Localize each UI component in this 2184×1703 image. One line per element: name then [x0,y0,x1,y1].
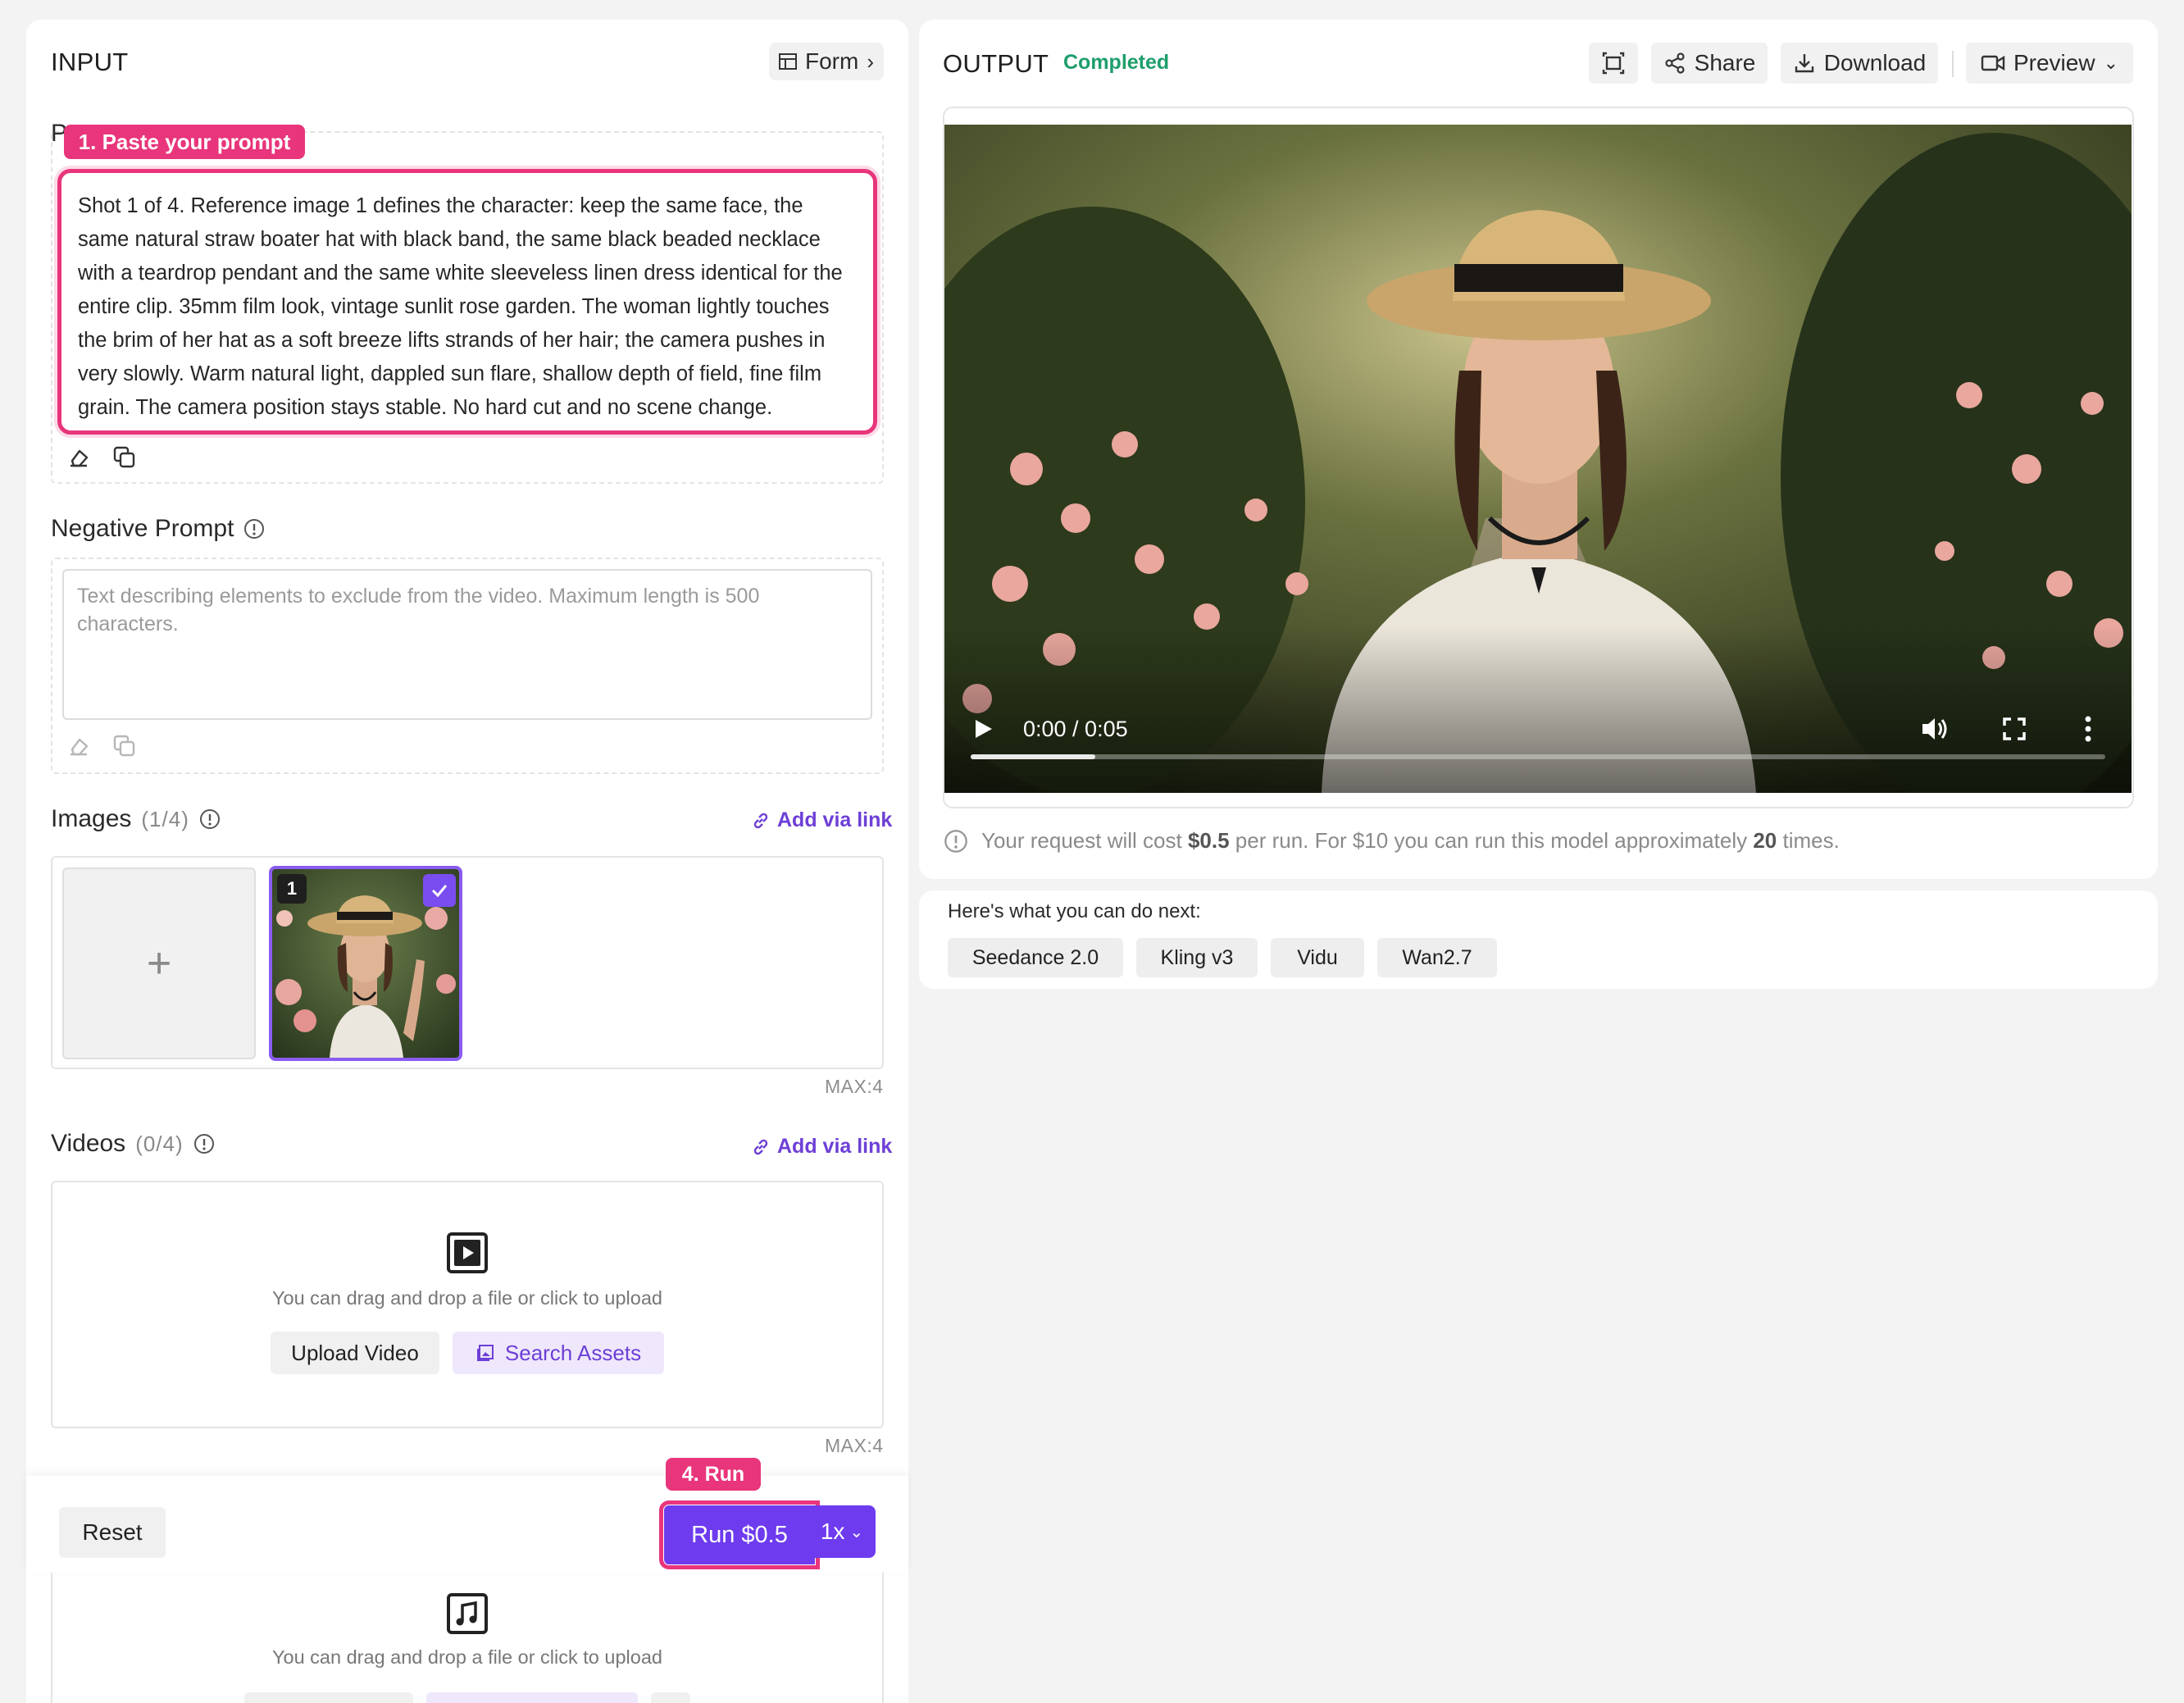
video-file-icon [447,1232,488,1273]
prompt-textarea[interactable]: Shot 1 of 4. Reference image 1 defines t… [57,169,877,435]
cost-info-row: Your request will cost $0.5 per run. For… [944,828,1840,854]
videos-label: Videos [51,1130,126,1157]
info-icon [944,829,967,853]
search-assets-button[interactable]: Search Assets [453,1332,664,1374]
video-camera-icon [1981,55,2005,71]
crop-frame-icon [1602,52,1625,75]
volume-icon[interactable] [1920,715,1950,743]
cost-times: 20 [1753,828,1777,853]
video-progress-fill [971,754,1096,759]
toolbar-divider [1952,51,1954,77]
copy-icon[interactable] [108,441,141,474]
next-model-chip[interactable]: Wan2.7 [1377,938,1497,977]
next-model-chip[interactable]: Kling v3 [1136,938,1258,977]
videos-add-link-label: Add via link [777,1135,893,1158]
download-icon [1795,54,1813,73]
cost-amount: $0.5 [1187,828,1230,853]
run-multiplier-label: 1x [820,1519,845,1544]
run-multiplier-dropdown[interactable]: 1x ⌄ [808,1505,876,1558]
video-player[interactable]: 0:00 / 0:05 [944,125,2132,793]
chevron-down-icon: ⌄ [849,1523,864,1541]
preview-dropdown[interactable]: Preview ⌄ [1966,43,2133,84]
search-assets-label: Search Assets [504,1340,642,1365]
video-frame-image [944,125,2132,793]
images-add-via-link[interactable]: Add via link [751,808,892,832]
play-icon[interactable] [971,717,995,741]
images-max-label: MAX:4 [825,1076,884,1097]
add-image-button[interactable]: + [62,867,256,1059]
fit-screen-button[interactable] [1589,43,1638,84]
thumbnail-index-badge: 1 [277,874,307,904]
cost-middle: per run. For $10 you can run this model … [1229,828,1754,853]
paste-prompt-badge: 1. Paste your prompt [64,125,305,159]
plus-icon: + [146,940,172,987]
checkbox-checked-icon[interactable] [423,874,456,907]
table-icon [779,53,797,70]
cost-text: Your request will cost $0.5 per run. For… [981,828,1840,854]
video-progress-track[interactable] [971,754,2105,759]
cost-prefix: Your request will cost [981,828,1188,853]
audio-extra-button[interactable] [651,1692,690,1703]
fullscreen-icon[interactable] [2002,717,2027,741]
share-button[interactable]: Share [1651,43,1768,84]
image-gallery-icon [476,1345,494,1361]
run-button[interactable]: Run $0.5 [659,1500,820,1569]
next-steps-heading: Here's what you can do next: [948,900,1201,922]
videos-count: (0/4) [135,1131,184,1156]
videos-label-row: Videos (0/4) [51,1130,215,1158]
share-icon [1665,52,1685,74]
input-title: INPUT [51,48,129,76]
cost-suffix: times. [1777,828,1840,853]
chevron-down-icon: ⌄ [2103,52,2119,73]
download-label: Download [1823,50,1927,75]
status-badge: Completed [1063,51,1170,74]
preview-label: Preview [2013,50,2095,75]
next-model-chip[interactable]: Seedance 2.0 [948,938,1123,977]
search-audio-assets-button[interactable] [426,1692,638,1703]
next-model-chip[interactable]: Vidu [1271,938,1364,977]
negative-prompt-label-row: Negative Prompt [51,515,265,543]
copy-icon[interactable] [108,730,141,763]
videos-add-via-link[interactable]: Add via link [751,1135,892,1159]
eraser-icon[interactable] [62,730,95,763]
video-time: 0:00 / 0:05 [1023,717,1128,741]
images-label-row: Images (1/4) [51,805,221,833]
upload-audio-button[interactable] [244,1692,413,1703]
info-icon [193,1134,214,1154]
videos-drop-hint: You can drag and drop a file or click to… [272,1287,662,1309]
form-label: Form [805,48,859,74]
output-title: OUTPUT [943,49,1049,78]
videos-max-label: MAX:4 [825,1435,884,1456]
music-file-icon [447,1593,488,1634]
run-step-badge: 4. Run [666,1458,761,1491]
image-thumbnail[interactable]: 1 [269,866,462,1061]
link-icon [753,813,768,828]
download-button[interactable]: Download [1781,43,1938,84]
info-icon [199,809,220,829]
negative-prompt-label: Negative Prompt [51,515,234,542]
chevron-right-icon: › [867,48,874,74]
info-icon [244,519,265,539]
share-label: Share [1694,50,1756,75]
form-view-button[interactable]: Form › [769,43,884,80]
images-label: Images [51,805,132,832]
reset-button[interactable]: Reset [59,1507,166,1558]
audio-drop-hint: You can drag and drop a file or click to… [272,1646,662,1668]
images-count: (1/4) [141,806,189,831]
negative-prompt-textarea[interactable]: Text describing elements to exclude from… [62,569,872,720]
eraser-icon[interactable] [62,441,95,474]
link-icon [753,1139,768,1154]
upload-video-button[interactable]: Upload Video [271,1332,439,1374]
more-options-icon[interactable] [2082,715,2094,743]
images-add-link-label: Add via link [777,808,893,831]
